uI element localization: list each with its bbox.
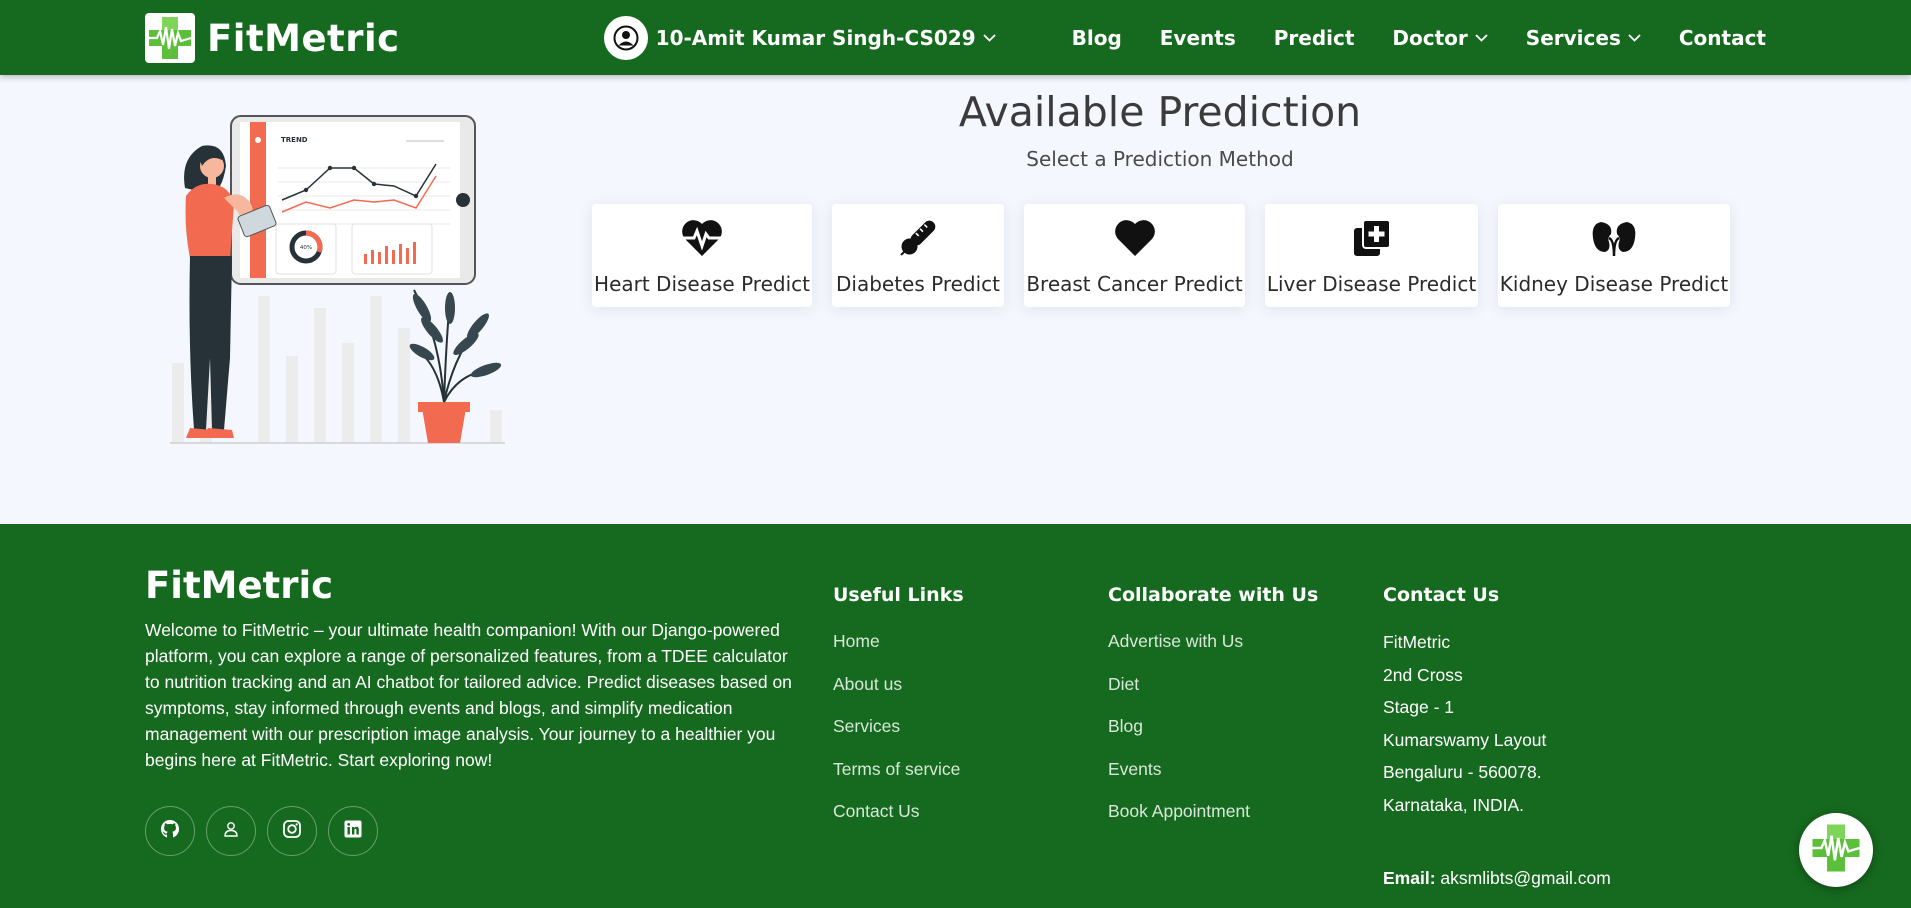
navbar: FitMetric 10-Amit Kumar Singh-CS029 Blog… (0, 0, 1911, 75)
page-subtitle: Select a Prediction Method (1026, 147, 1294, 171)
nav-contact[interactable]: Contact (1679, 26, 1766, 50)
contact-email: Email: aksmlibts@gmail.com (1383, 868, 1611, 889)
contact-column: Contact Us FitMetric 2nd Cross Stage - 1… (1383, 584, 1546, 821)
linkedin-icon (343, 819, 363, 843)
gauge-text: 40% (300, 245, 312, 251)
footer-link-terms[interactable]: Terms of service (833, 748, 964, 791)
nav-doctor-dropdown[interactable]: Doctor (1392, 25, 1488, 50)
footer-brand: FitMetric (145, 564, 334, 607)
useful-links-heading: Useful Links (833, 584, 964, 606)
footer-description: Welcome to FitMetric – your ultimate hea… (145, 620, 792, 770)
liver-disease-card[interactable]: Liver Disease Predict (1265, 204, 1478, 307)
nav-predict[interactable]: Predict (1274, 26, 1355, 50)
useful-links-column: Useful Links Home About us Services Term… (833, 584, 964, 833)
github-link[interactable] (145, 806, 195, 856)
heart-pulse-icon (680, 216, 724, 260)
breast-cancer-card[interactable]: Breast Cancer Predict (1024, 204, 1245, 307)
contact-line: Stage - 1 (1383, 697, 1455, 717)
email-label: Email: (1383, 868, 1436, 888)
card-label: Breast Cancer Predict (1026, 272, 1243, 296)
card-label: Heart Disease Predict (594, 272, 810, 296)
user-avatar-icon (603, 15, 648, 60)
user-icon (223, 821, 239, 841)
heart-disease-card[interactable]: Heart Disease Predict (592, 204, 812, 307)
contact-line: Kumarswamy Layout (1383, 729, 1547, 750)
instagram-link[interactable] (267, 806, 317, 856)
email-address[interactable]: aksmlibts@gmail.com (1440, 868, 1610, 888)
fitmetric-logo-icon (145, 13, 195, 63)
github-icon (160, 819, 180, 843)
analytics-illustration: TREND 40% (160, 108, 520, 448)
kidneys-icon (1591, 216, 1637, 260)
footer-link-blog[interactable]: Blog (1108, 705, 1318, 748)
contact-line: 2nd Cross (1383, 664, 1463, 685)
contact-heading: Contact Us (1383, 584, 1500, 606)
profile-link[interactable] (206, 806, 256, 856)
footer-link-contact[interactable]: Contact Us (833, 790, 964, 833)
chevron-down-icon (1475, 33, 1488, 42)
chart-title: TREND (281, 136, 308, 144)
footer-link-home[interactable]: Home (833, 620, 964, 663)
page-title: Available Prediction (958, 88, 1362, 136)
diabetes-card[interactable]: Diabetes Predict (832, 204, 1004, 307)
medical-files-icon (1352, 216, 1392, 260)
contact-line: FitMetric (1383, 632, 1451, 652)
nav-services-dropdown[interactable]: Services (1526, 26, 1641, 50)
contact-line: Karnataka, INDIA. (1383, 794, 1525, 815)
footer-link-advertise[interactable]: Advertise with Us (1108, 620, 1318, 663)
user-menu[interactable]: 10-Amit Kumar Singh-CS029 (603, 15, 996, 60)
social-links (145, 806, 389, 856)
collaborate-heading: Collaborate with Us (1108, 584, 1319, 606)
brand-link[interactable]: FitMetric (145, 13, 400, 63)
footer-link-about[interactable]: About us (833, 663, 964, 706)
collaborate-column: Collaborate with Us Advertise with Us Di… (1108, 584, 1318, 833)
card-label: Liver Disease Predict (1266, 272, 1477, 296)
nav-doctor-label: Doctor (1392, 25, 1468, 50)
footer-link-diet[interactable]: Diet (1108, 663, 1318, 706)
prediction-cards: Heart Disease Predict Diabetes Predict B… (592, 204, 1730, 307)
chatbot-button[interactable] (1799, 813, 1873, 887)
card-label: Diabetes Predict (835, 272, 1001, 296)
kidney-disease-card[interactable]: Kidney Disease Predict (1498, 204, 1730, 307)
nav-blog[interactable]: Blog (1072, 26, 1122, 50)
user-name: 10-Amit Kumar Singh-CS029 (655, 25, 976, 50)
nav-services-label: Services (1525, 25, 1621, 50)
thermometer-icon (896, 216, 940, 260)
card-label: Kidney Disease Predict (1499, 272, 1729, 296)
chevron-down-icon (1628, 33, 1641, 42)
linkedin-link[interactable] (328, 806, 378, 856)
footer-link-events[interactable]: Events (1108, 748, 1318, 791)
fitmetric-logo-icon (1808, 820, 1864, 880)
chevron-down-icon (982, 33, 996, 42)
brand-name: FitMetric (207, 16, 400, 60)
heart-icon (1113, 216, 1157, 260)
contact-line: Bengaluru - 560078. (1383, 762, 1542, 782)
nav-events[interactable]: Events (1160, 26, 1236, 50)
instagram-icon (282, 819, 302, 843)
footer-link-services[interactable]: Services (833, 705, 964, 748)
footer: FitMetric Welcome to FitMetric – your ul… (0, 524, 1911, 908)
footer-link-book-appointment[interactable]: Book Appointment (1108, 790, 1318, 833)
